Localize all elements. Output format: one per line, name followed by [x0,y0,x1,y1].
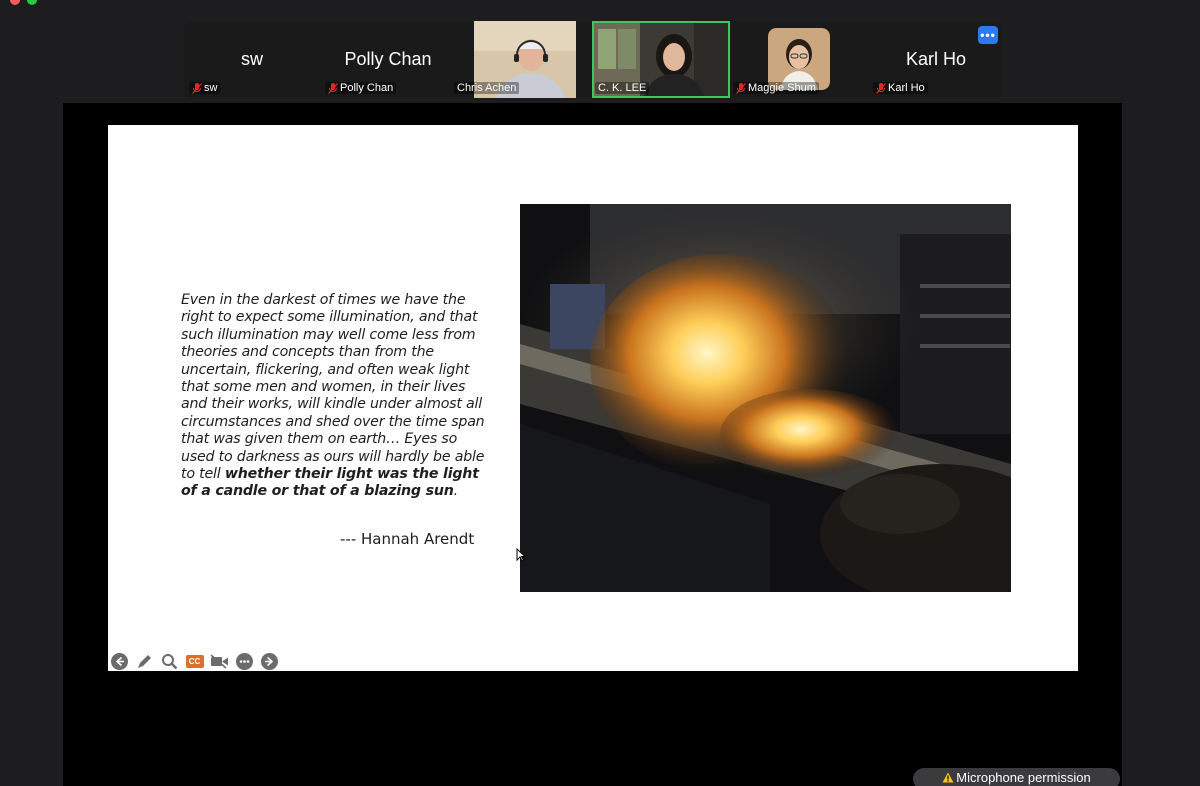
participant-tile-polly-chan[interactable]: Polly Chan Polly Chan [320,21,456,98]
quote-period: . [453,483,459,500]
quote-body: Even in the darkest of times we have the… [181,292,485,483]
participant-label-text: Chris Achen [457,82,517,94]
participant-label: Polly Chan [325,82,397,94]
arrow-right-icon[interactable] [260,652,279,671]
more-icon[interactable] [235,652,254,671]
participant-tile-maggie-shum[interactable]: Maggie Shum [730,21,866,98]
mouse-cursor-icon [516,548,526,562]
participant-label: sw [189,82,221,94]
captions-icon[interactable]: CC [185,652,204,671]
close-window-button[interactable] [10,0,20,5]
participant-label: Maggie Shum [733,82,819,94]
captions-icon-text: CC [185,654,204,668]
participant-label: Chris Achen [454,82,520,94]
participant-tile-chris-achen[interactable]: Chris Achen [454,21,592,98]
participant-tile-ck-lee[interactable]: C. K. LEE [592,21,730,98]
presentation-slide: Even in the darkest of times we have the… [108,125,1078,671]
participant-name-display: sw [241,49,263,69]
participant-label: C. K. LEE [595,82,650,94]
participant-gallery: sw sw Polly Chan Polly Chan Chris Achen [184,21,1003,98]
mic-muted-icon [192,82,202,94]
video-off-icon[interactable] [210,652,229,671]
mic-muted-icon [736,82,746,94]
slide-toolbar: CC [110,651,279,671]
participant-label-text: Maggie Shum [748,82,816,94]
arrow-left-icon[interactable] [110,652,129,671]
participant-label-text: sw [204,82,218,94]
participant-label-text: Polly Chan [340,82,394,94]
ellipsis-icon[interactable]: ••• [978,26,998,44]
minimize-window-button[interactable] [27,0,37,5]
fire-photo [520,204,1011,592]
pen-icon[interactable] [135,652,154,671]
participant-label-text: Karl Ho [888,82,925,94]
participant-name-display: Karl Ho [905,49,967,69]
quote-text: Even in the darkest of times we have the… [181,292,486,501]
participant-avatar [768,28,830,90]
quote-emphasis: whether their light was the light of a c… [181,466,479,500]
mic-muted-icon [328,82,338,94]
magnifier-icon[interactable] [160,652,179,671]
participant-tile-sw[interactable]: sw sw [184,21,320,98]
quote-author: --- Hannah Arendt [340,530,475,548]
microphone-permission-text: Microphone permission [956,769,1091,785]
warning-icon [942,772,954,782]
participant-label-text: C. K. LEE [598,82,647,94]
mic-muted-icon [876,82,886,94]
participant-label: Karl Ho [873,82,928,94]
participant-name-display: Polly Chan [344,49,432,69]
microphone-permission-banner[interactable]: Microphone permission [913,768,1120,786]
